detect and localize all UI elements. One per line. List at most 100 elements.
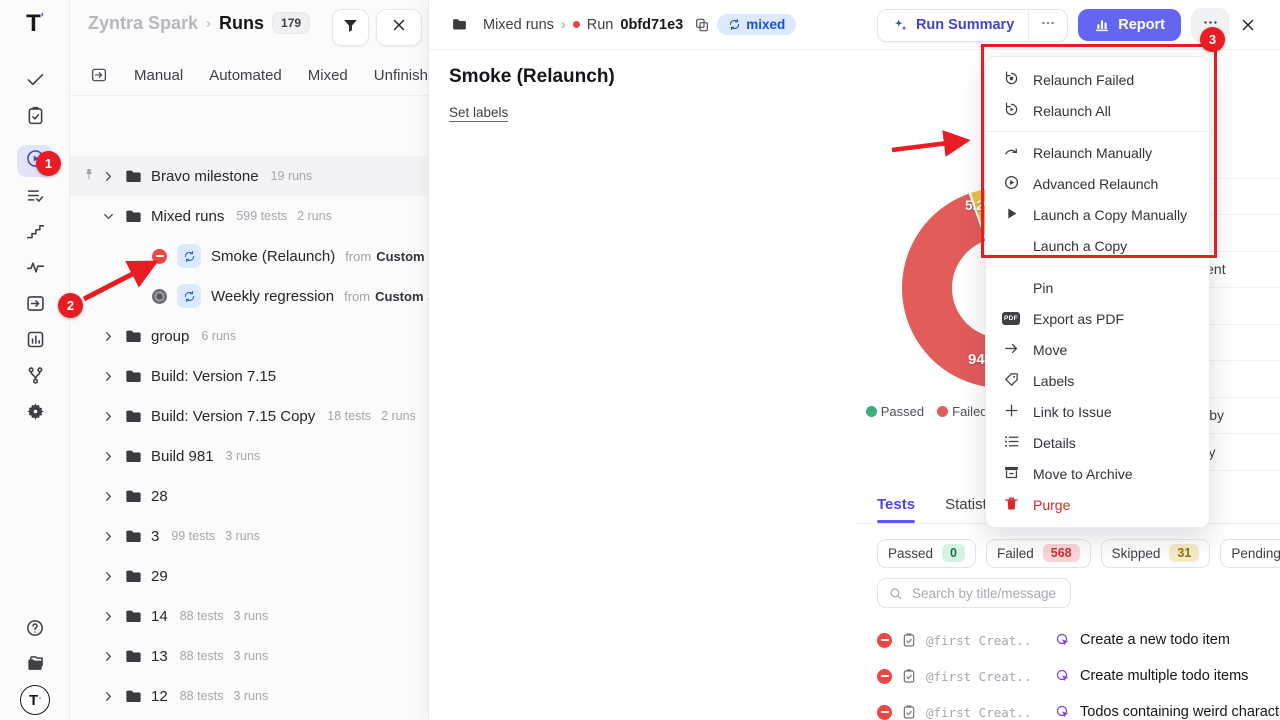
filter-chip-skipped[interactable]: Skipped31 — [1101, 539, 1211, 568]
menu-item-labels[interactable]: Labels — [986, 365, 1209, 396]
tree-row[interactable]: 1288 tests3 runs — [70, 676, 428, 716]
tree-row[interactable]: group6 runs — [70, 316, 428, 356]
chevron-right-icon[interactable] — [98, 369, 118, 384]
tree-folder-label[interactable]: group — [151, 328, 189, 345]
close-panel-icon[interactable] — [1239, 16, 1257, 34]
chevron-right-icon[interactable] — [98, 609, 118, 624]
tree-row[interactable]: Build 9813 runs — [70, 436, 428, 476]
tree-row[interactable]: 399 tests3 runs — [70, 516, 428, 556]
tree-folder-label[interactable]: 12 — [151, 688, 168, 705]
menu-item-relaunch-all[interactable]: Relaunch All — [986, 95, 1209, 126]
sidebar-item-help[interactable] — [17, 614, 53, 646]
filter-chip-failed[interactable]: Failed568 — [986, 539, 1091, 568]
chevron-right-icon[interactable] — [98, 329, 118, 344]
filter-chip-pending[interactable]: Pending0 — [1220, 539, 1280, 568]
chevron-right-icon[interactable] — [98, 489, 118, 504]
tree-row[interactable]: Weekly regressionfromCustom Selection — [70, 276, 428, 316]
tree-meta: 3 runs — [225, 529, 260, 543]
sidebar-item-folders[interactable] — [17, 650, 53, 682]
legend-item-failed[interactable]: Failed — [937, 404, 987, 419]
tree-folder-label[interactable]: Mixed runs — [151, 208, 224, 225]
menu-item-relaunch-manually[interactable]: Relaunch Manually — [986, 137, 1209, 168]
run-summary-button[interactable]: Run Summary — [877, 9, 1068, 42]
test-row[interactable]: @first Creat...Create a new todo item — [877, 622, 1280, 658]
tree-tab-unfinished[interactable]: Unfinished — [374, 67, 428, 84]
tree-folder-label[interactable]: Build: Version 7.15 — [151, 368, 276, 385]
tree-folder-label[interactable]: 14 — [151, 608, 168, 625]
tree-row[interactable]: 29 — [70, 556, 428, 596]
menu-item-details[interactable]: Details — [986, 427, 1209, 458]
report-button[interactable]: Report — [1078, 9, 1181, 41]
sidebar-item-bar-chart[interactable] — [17, 326, 53, 358]
menu-item-move-to-archive[interactable]: Move to Archive — [986, 458, 1209, 489]
tree-row[interactable]: Smoke (Relaunch)fromCustom Selection — [70, 236, 428, 276]
sidebar-item-gear[interactable] — [17, 398, 53, 430]
tree-folder-label[interactable]: Bravo milestone — [151, 168, 259, 185]
menu-item-move[interactable]: Move — [986, 334, 1209, 365]
menu-item-export-as-pdf[interactable]: PDFExport as PDF — [986, 303, 1209, 334]
menu-item-pin[interactable]: Pin — [986, 272, 1209, 303]
chevron-right-icon[interactable] — [98, 169, 118, 184]
tree-run-label[interactable]: Smoke (Relaunch) — [211, 248, 335, 265]
tree-folder-label[interactable]: 28 — [151, 488, 168, 505]
menu-item-link-to-issue[interactable]: Link to Issue — [986, 396, 1209, 427]
filter-chip-passed[interactable]: Passed0 — [877, 539, 976, 568]
run-source[interactable]: Custom Selection — [375, 289, 428, 304]
menu-item-launch-a-copy[interactable]: Launch a Copy — [986, 230, 1209, 261]
tree-tab-automated[interactable]: Automated — [209, 67, 282, 84]
test-row[interactable]: @first Creat...Create multiple todo item… — [877, 658, 1280, 694]
tree-tab-manual[interactable]: Manual — [134, 67, 183, 84]
tree-folder-label[interactable]: Build 981 — [151, 448, 214, 465]
tree-folder-label[interactable]: 3 — [151, 528, 159, 545]
menu-item-relaunch-failed[interactable]: Relaunch Failed — [986, 64, 1209, 95]
breadcrumb-section[interactable]: Runs — [219, 13, 264, 34]
test-row[interactable]: @first Creat...Todos containing weird ch… — [877, 694, 1280, 720]
sidebar-item-pulse[interactable] — [17, 254, 53, 286]
user-avatar[interactable]: T' — [17, 684, 53, 716]
copy-run-id-icon[interactable] — [694, 17, 710, 33]
filter-button[interactable] — [332, 9, 369, 46]
search-input[interactable] — [910, 585, 1060, 602]
tree-row[interactable]: 1388 tests3 runs — [70, 636, 428, 676]
chevron-right-icon[interactable] — [98, 409, 118, 424]
run-source[interactable]: Custom Selection — [376, 249, 428, 264]
sidebar-item-list-check[interactable] — [17, 182, 53, 214]
sidebar-item-branch[interactable] — [17, 362, 53, 394]
set-labels-link[interactable]: Set labels — [449, 105, 508, 122]
menu-item-advanced-relaunch[interactable]: Advanced Relaunch — [986, 168, 1209, 199]
close-filter-button[interactable] — [376, 9, 422, 46]
sidebar-item-clipboard-check[interactable] — [17, 102, 53, 134]
run-summary-more-button[interactable] — [1028, 10, 1067, 41]
chevron-right-icon[interactable] — [98, 689, 118, 704]
chevron-right-icon[interactable] — [98, 529, 118, 544]
app-logo-icon[interactable]: T' — [0, 10, 70, 38]
chevron-right-icon[interactable] — [98, 449, 118, 464]
test-title[interactable]: Todos containing weird characters — [1080, 704, 1280, 720]
sidebar-item-box-arrow[interactable] — [17, 290, 53, 322]
tree-folder-label[interactable]: 13 — [151, 648, 168, 665]
menu-item-launch-a-copy-manually[interactable]: Launch a Copy Manually — [986, 199, 1209, 230]
tree-folder-label[interactable]: 29 — [151, 568, 168, 585]
run-breadcrumb-folder[interactable]: Mixed runs — [483, 17, 554, 33]
tree-row[interactable]: 28 — [70, 476, 428, 516]
legend-item-passed[interactable]: Passed — [866, 404, 924, 419]
tree-row[interactable]: 1488 tests3 runs — [70, 596, 428, 636]
tree-row[interactable]: Bravo milestone19 runs — [70, 156, 428, 196]
menu-item-purge[interactable]: Purge — [986, 489, 1209, 520]
tab-tests[interactable]: Tests — [877, 496, 915, 523]
bulk-select-icon[interactable] — [90, 66, 108, 84]
test-title[interactable]: Create a new todo item — [1080, 632, 1230, 648]
breadcrumb-project[interactable]: Zyntra Spark — [88, 13, 198, 34]
test-title[interactable]: Create multiple todo items — [1080, 668, 1248, 684]
tree-folder-label[interactable]: Build: Version 7.15 Copy — [151, 408, 315, 425]
tree-row[interactable]: Build: Version 7.15 Copy18 tests2 runs — [70, 396, 428, 436]
tree-tab-mixed[interactable]: Mixed — [308, 67, 348, 84]
tree-row[interactable]: Mixed runs599 tests2 runs — [70, 196, 428, 236]
chevron-right-icon[interactable] — [98, 649, 118, 664]
chevron-right-icon[interactable] — [98, 569, 118, 584]
tree-run-label[interactable]: Weekly regression — [211, 288, 334, 305]
chevron-down-icon[interactable] — [98, 209, 118, 224]
tree-row[interactable]: Build: Version 7.15 — [70, 356, 428, 396]
sidebar-item-steps[interactable] — [17, 218, 53, 250]
sidebar-item-check[interactable] — [17, 66, 53, 98]
